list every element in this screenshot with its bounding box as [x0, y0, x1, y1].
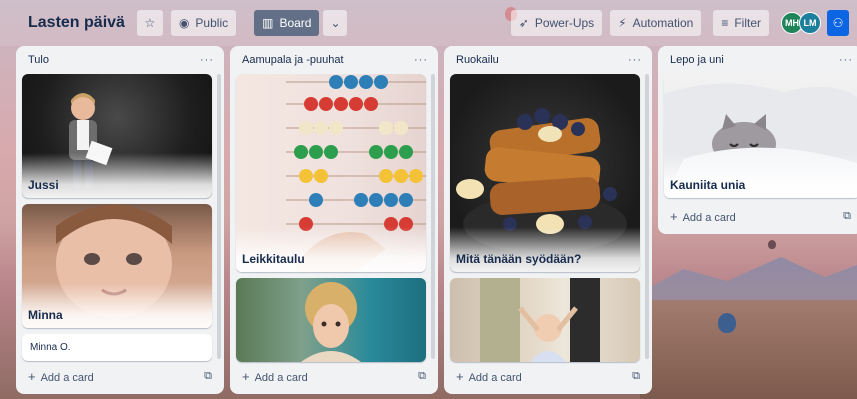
card-cover-image: Jussi	[22, 74, 212, 198]
share-icon: ⚇	[832, 16, 844, 30]
list-menu-button[interactable]: ···	[414, 54, 428, 66]
card-title: Minna O.	[30, 342, 71, 353]
list-header: Aamupala ja -puuhat ···	[236, 46, 432, 74]
card-title: Minna	[28, 308, 63, 322]
add-card-row: + Add a card ⧉	[450, 364, 646, 388]
card-title: Kauniita unia	[670, 178, 746, 192]
card-minna-o[interactable]: Minna O.	[22, 334, 212, 361]
card-template-icon[interactable]: ⧉	[418, 370, 426, 383]
rocket-icon: ➶	[518, 16, 529, 30]
card-baby-photo[interactable]	[450, 278, 640, 362]
bolt-icon: ⚡	[618, 16, 627, 30]
add-card-button[interactable]: + Add a card	[242, 369, 308, 384]
share-button[interactable]: ⚇	[827, 10, 849, 36]
plus-icon: +	[456, 368, 464, 384]
list-lepo: Lepo ja uni ··· Kauniita unia + Add a car…	[658, 46, 857, 234]
powerups-label: Power-Ups	[534, 16, 595, 30]
filter-icon: ≡	[721, 16, 729, 30]
card-cover-image: Mitä tänään syödään?	[450, 74, 640, 272]
card-template-icon[interactable]: ⧉	[632, 370, 640, 383]
add-card-row: + Add a card ⧉	[236, 364, 432, 388]
filter-button[interactable]: ≡ Filter	[713, 10, 769, 36]
automation-label: Automation	[632, 16, 694, 30]
card-cover-image: Minna	[22, 204, 212, 328]
background-town	[640, 300, 857, 399]
board-header: Lasten päivä ☆ ◉ Public ▥ Board ⌄ ➶ Powe…	[0, 0, 857, 46]
card-mita-tanaan[interactable]: Mitä tänään syödään?	[450, 74, 640, 272]
add-card-row: + Add a card ⧉	[664, 204, 857, 228]
globe-icon: ◉	[178, 16, 190, 30]
card-cover-image	[236, 278, 426, 362]
card-title: Leikkitaulu	[242, 252, 305, 266]
visibility-label: Public	[195, 16, 229, 30]
board-icon: ▥	[262, 16, 274, 30]
card-cover-image	[450, 278, 640, 362]
list-title[interactable]: Tulo	[28, 54, 49, 66]
child-illustration	[301, 282, 361, 362]
card-leikkitaulu[interactable]: Leikkitaulu	[236, 74, 426, 272]
list-menu-button[interactable]: ···	[839, 54, 853, 66]
add-card-row: + Add a card ⧉	[22, 364, 218, 388]
list-menu-button[interactable]: ···	[628, 54, 642, 66]
plus-icon: +	[242, 368, 250, 384]
card-minna[interactable]: Minna	[22, 204, 212, 328]
card-cover-image: Kauniita unia	[664, 74, 857, 198]
list-title[interactable]: Lepo ja uni	[670, 54, 724, 66]
view-switcher-button[interactable]: ⌄	[323, 10, 348, 36]
list-tulo: Tulo ··· Jussi Minna Minna O. + Add a ca…	[16, 46, 224, 394]
list-header: Ruokailu ···	[450, 46, 646, 74]
card-title: Mitä tänään syödään?	[456, 252, 582, 266]
visibility-button[interactable]: ◉ Public	[170, 10, 237, 36]
filter-label: Filter	[734, 16, 761, 30]
baby-walking-illustration	[480, 278, 600, 362]
list-scrollbar[interactable]	[217, 74, 221, 359]
list-title[interactable]: Aamupala ja -puuhat	[242, 54, 344, 66]
list-aamupala: Aamupala ja -puuhat ··· Leikkitaulu + Ad…	[230, 46, 438, 394]
card-child-photo[interactable]	[236, 278, 426, 362]
powerups-button[interactable]: ➶ Power-Ups	[510, 10, 603, 36]
balloon-decoration	[718, 313, 736, 333]
list-scrollbar[interactable]	[431, 74, 435, 359]
automation-button[interactable]: ⚡ Automation	[610, 10, 702, 36]
balloon-decoration	[768, 240, 776, 249]
list-scrollbar[interactable]	[645, 74, 649, 359]
add-card-button[interactable]: + Add a card	[456, 369, 522, 384]
member-avatars: MH LM	[781, 12, 821, 34]
plus-icon: +	[670, 208, 678, 224]
card-title: Jussi	[28, 178, 59, 192]
card-template-icon[interactable]: ⧉	[843, 210, 851, 223]
card-jussi[interactable]: Jussi	[22, 74, 212, 198]
list-header: Lepo ja uni ···	[664, 46, 857, 74]
board-view-button[interactable]: ▥ Board	[254, 10, 320, 36]
add-card-button[interactable]: + Add a card	[28, 369, 94, 384]
card-template-icon[interactable]: ⧉	[204, 370, 212, 383]
list-title[interactable]: Ruokailu	[456, 54, 499, 66]
card-kauniita-unia[interactable]: Kauniita unia	[664, 74, 857, 198]
board-view-label: Board	[279, 16, 312, 30]
star-icon: ☆	[144, 16, 156, 30]
board-title[interactable]: Lasten päivä	[28, 14, 125, 32]
star-button[interactable]: ☆	[136, 10, 163, 36]
avatar[interactable]: LM	[799, 12, 821, 34]
list-menu-button[interactable]: ···	[200, 54, 214, 66]
card-cover-image: Leikkitaulu	[236, 74, 426, 272]
add-card-button[interactable]: + Add a card	[670, 209, 736, 224]
chevron-down-icon: ⌄	[330, 16, 341, 30]
list-header: Tulo ···	[22, 46, 218, 74]
list-ruokailu: Ruokailu ··· Mitä tänään syödään? + Add …	[444, 46, 652, 394]
plus-icon: +	[28, 368, 36, 384]
